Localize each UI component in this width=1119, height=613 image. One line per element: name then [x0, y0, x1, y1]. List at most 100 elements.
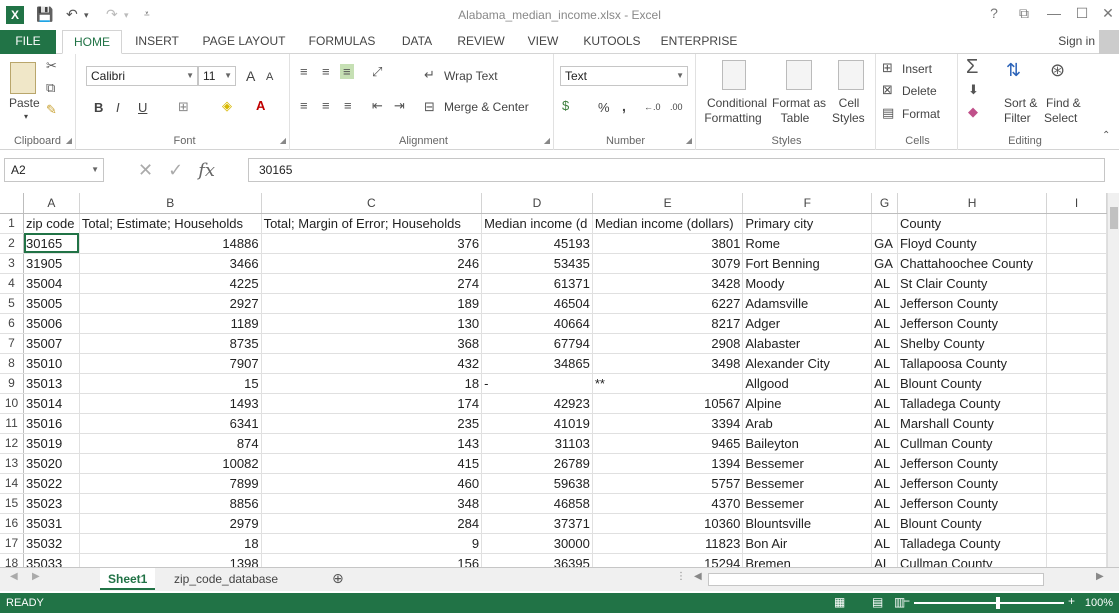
cell-f2[interactable]: Rome [742, 233, 873, 254]
cell-i9[interactable] [1046, 373, 1107, 394]
cell-a10[interactable]: 35014 [23, 393, 80, 414]
cell-c16[interactable]: 284 [261, 513, 483, 534]
cell-d4[interactable]: 61371 [481, 273, 593, 294]
row-header[interactable]: 12 [0, 433, 25, 454]
cell-c11[interactable]: 235 [261, 413, 483, 434]
minimize-button[interactable]: — [1040, 5, 1068, 21]
cell-b8[interactable]: 7907 [79, 353, 262, 374]
help-button[interactable]: ? [980, 5, 1008, 21]
row-header[interactable]: 4 [0, 273, 25, 294]
cell-b2[interactable]: 14886 [79, 233, 262, 254]
cell-a16[interactable]: 35031 [23, 513, 80, 534]
cell-b16[interactable]: 2979 [79, 513, 262, 534]
row-header[interactable]: 2 [0, 233, 25, 254]
maximize-button[interactable]: ☐ [1068, 5, 1096, 22]
column-header[interactable]: B [79, 193, 262, 214]
cell-h9[interactable]: Blount County [897, 373, 1048, 394]
cell-h7[interactable]: Shelby County [897, 333, 1048, 354]
cell-d5[interactable]: 46504 [481, 293, 593, 314]
cell-i14[interactable] [1046, 473, 1107, 494]
cell-f4[interactable]: Moody [742, 273, 873, 294]
name-box[interactable]: A2 ▼ [4, 158, 104, 182]
scroll-thumb[interactable] [1110, 207, 1118, 229]
cell-c5[interactable]: 189 [261, 293, 483, 314]
page-layout-view-icon[interactable]: ▤ [872, 595, 883, 609]
cell-d8[interactable]: 34865 [481, 353, 593, 374]
fill-color-icon[interactable]: ◈ [222, 98, 232, 114]
new-sheet-icon[interactable]: ⊕ [332, 570, 344, 587]
cell-c6[interactable]: 130 [261, 313, 483, 334]
orientation-icon[interactable]: ⤢ [372, 64, 382, 80]
increase-indent-icon[interactable]: ⇥ [394, 98, 405, 114]
cell-b18[interactable]: 1398 [79, 553, 262, 567]
increase-decimal-button[interactable]: ←.0 [644, 102, 661, 112]
cell-h4[interactable]: St Clair County [897, 273, 1048, 294]
select-all-corner[interactable] [0, 193, 25, 214]
column-header[interactable]: D [481, 193, 593, 214]
cell-i4[interactable] [1046, 273, 1107, 294]
cell-d15[interactable]: 46858 [481, 493, 593, 514]
cell-e3[interactable]: 3079 [592, 253, 744, 274]
close-button[interactable]: ✕ [1094, 5, 1119, 22]
cell-f1[interactable]: Primary city [742, 213, 873, 234]
enter-icon[interactable]: ✓ [168, 160, 183, 180]
cell-g14[interactable]: AL [871, 473, 898, 494]
row-header[interactable]: 17 [0, 533, 25, 554]
cell-a2[interactable]: 30165 [23, 233, 80, 254]
cell-a17[interactable]: 35032 [23, 533, 80, 554]
row-header[interactable]: 13 [0, 453, 25, 474]
align-top-icon[interactable]: ≡ [300, 64, 308, 79]
font-name-dropdown[interactable]: Calibri ▼ [86, 66, 198, 86]
row-header[interactable]: 6 [0, 313, 25, 334]
grow-font-button[interactable]: A [246, 68, 255, 84]
cell-c17[interactable]: 9 [261, 533, 483, 554]
cell-d14[interactable]: 59638 [481, 473, 593, 494]
cell-e5[interactable]: 6227 [592, 293, 744, 314]
tab-split-icon[interactable]: ⋮ [676, 571, 686, 582]
cell-d17[interactable]: 30000 [481, 533, 593, 554]
cell-b5[interactable]: 2927 [79, 293, 262, 314]
cell-f5[interactable]: Adamsville [742, 293, 873, 314]
zoom-level[interactable]: 100% [1085, 597, 1113, 609]
vertical-scrollbar[interactable] [1107, 193, 1119, 567]
cell-e13[interactable]: 1394 [592, 453, 744, 474]
cell-a8[interactable]: 35010 [23, 353, 80, 374]
cell-h18[interactable]: Cullman County [897, 553, 1048, 567]
tab-home[interactable]: HOME [62, 30, 122, 54]
tab-insert[interactable]: INSERT [128, 30, 186, 54]
cell-c18[interactable]: 156 [261, 553, 483, 567]
cell-f3[interactable]: Fort Benning [742, 253, 873, 274]
cell-g13[interactable]: AL [871, 453, 898, 474]
borders-icon[interactable]: ⊞ [178, 99, 189, 115]
cell-e14[interactable]: 5757 [592, 473, 744, 494]
zoom-in-icon[interactable]: + [1068, 594, 1075, 608]
cell-i2[interactable] [1046, 233, 1107, 254]
row-header[interactable]: 10 [0, 393, 25, 414]
font-color-icon[interactable]: A [256, 98, 265, 113]
cell-f7[interactable]: Alabaster [742, 333, 873, 354]
cell-f16[interactable]: Blountsville [742, 513, 873, 534]
cell-a7[interactable]: 35007 [23, 333, 80, 354]
cell-d18[interactable]: 36395 [481, 553, 593, 567]
find-select-label-2[interactable]: Select [1044, 111, 1077, 125]
cell-e15[interactable]: 4370 [592, 493, 744, 514]
cell-d9[interactable]: - [481, 373, 593, 394]
cell-i16[interactable] [1046, 513, 1107, 534]
cell-a13[interactable]: 35020 [23, 453, 80, 474]
conditional-formatting-label-1[interactable]: Conditional [704, 96, 770, 110]
cell-h10[interactable]: Talladega County [897, 393, 1048, 414]
comma-style-button[interactable]: , [622, 98, 626, 114]
cell-a5[interactable]: 35005 [23, 293, 80, 314]
cell-f17[interactable]: Bon Air [742, 533, 873, 554]
cell-d3[interactable]: 53435 [481, 253, 593, 274]
cell-h11[interactable]: Marshall County [897, 413, 1048, 434]
cell-e8[interactable]: 3498 [592, 353, 744, 374]
cell-g6[interactable]: AL [871, 313, 898, 334]
bold-button[interactable]: B [94, 100, 103, 115]
cell-f9[interactable]: Allgood [742, 373, 873, 394]
cell-d10[interactable]: 42923 [481, 393, 593, 414]
cell-f8[interactable]: Alexander City [742, 353, 873, 374]
cell-c12[interactable]: 143 [261, 433, 483, 454]
next-sheet-icon[interactable]: ▶ [32, 571, 40, 582]
scroll-left-icon[interactable]: ◀ [694, 571, 702, 582]
